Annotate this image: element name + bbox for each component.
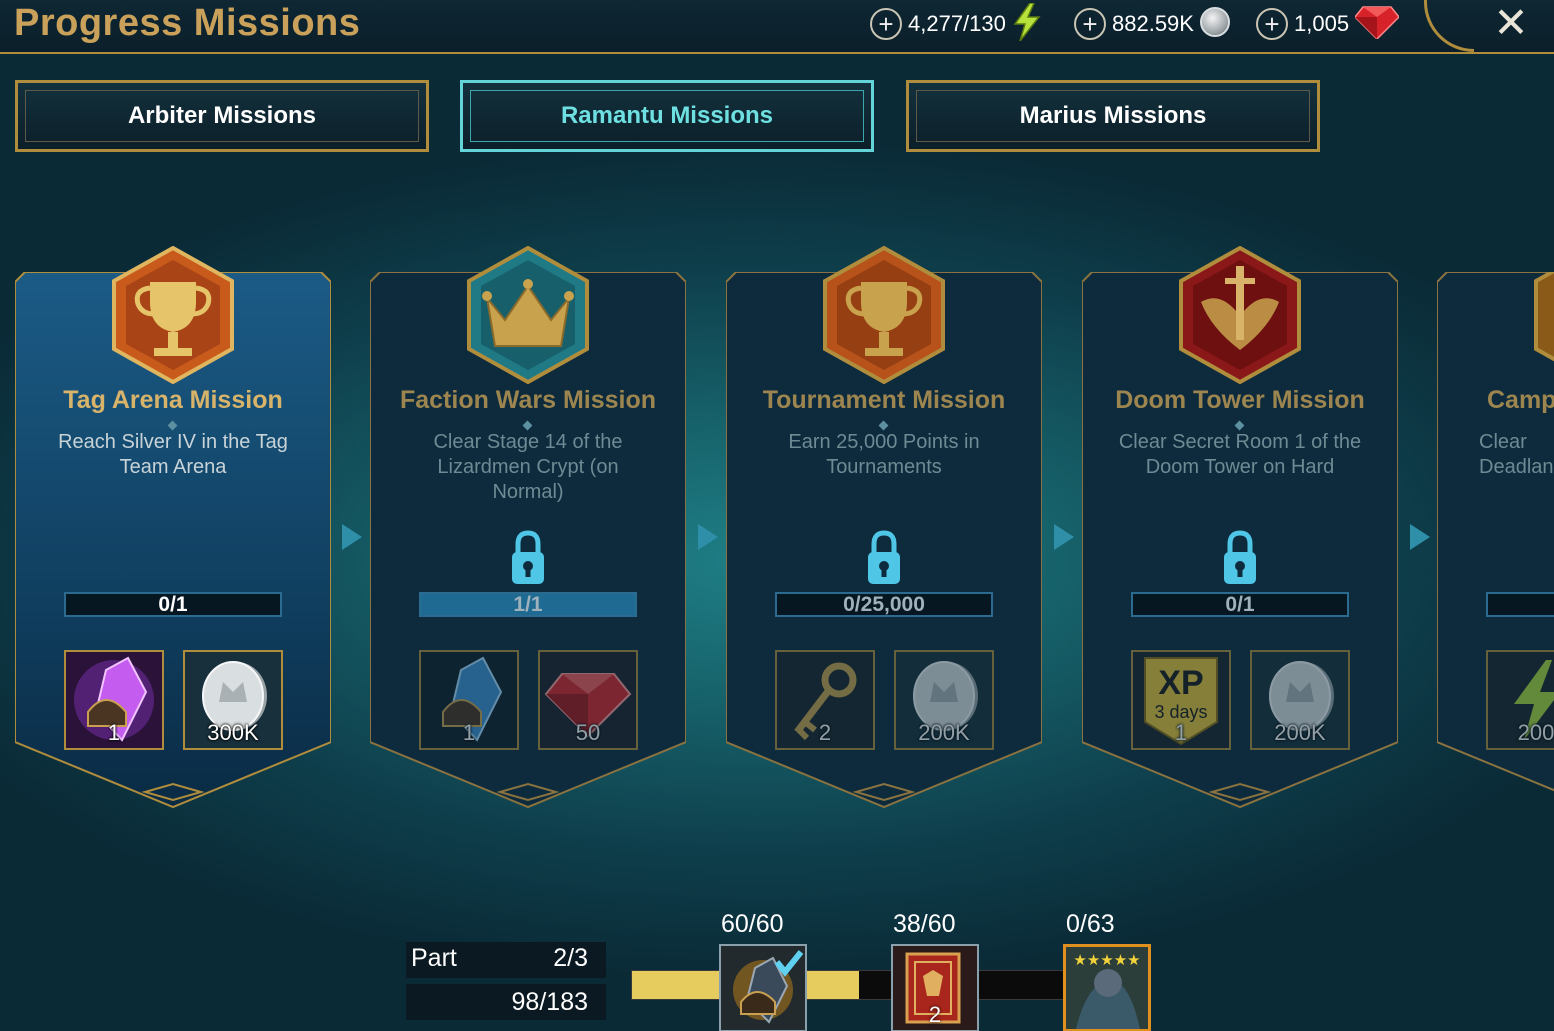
lock-icon	[868, 530, 900, 584]
add-gems-button[interactable]: +	[1256, 8, 1288, 40]
milestone-label: 0/63	[1066, 910, 1115, 938]
energy-resource: + 4,277/130	[870, 1, 1042, 42]
points-counter: 98/183	[406, 984, 606, 1020]
part-indicator: Part 2/3	[406, 942, 606, 978]
xp-badge-text: XP	[1158, 664, 1203, 702]
tab-label: Arbiter Missions	[127, 102, 317, 129]
milestone-reward-2[interactable]: 2	[891, 944, 979, 1031]
crown-icon	[467, 246, 589, 384]
next-arrow-icon	[1410, 524, 1430, 550]
reward-gems[interactable]: 50	[538, 650, 638, 750]
progress-text: 0/25,000	[843, 593, 925, 616]
milestone-label: 38/60	[893, 910, 956, 938]
next-arrow-icon	[698, 524, 718, 550]
header-ornament	[1424, 0, 1474, 52]
tab-marius-missions[interactable]: Marius Missions	[906, 80, 1320, 152]
reward-value: 200K	[918, 720, 970, 745]
milestone-track	[631, 970, 1065, 1000]
reward-value: 2	[928, 1002, 942, 1027]
trophy-icon	[112, 246, 234, 384]
reward-value: 1	[462, 720, 476, 745]
mission-card-tag-arena[interactable]: Tag Arena Mission Reach Silver IV in the…	[15, 246, 331, 812]
lock-icon	[1224, 530, 1256, 584]
lightning-icon	[1012, 1, 1042, 46]
trophy-icon	[823, 246, 945, 384]
mission-progress-bar: 1/1	[419, 592, 637, 617]
mission-progress-bar: 0/1	[64, 592, 282, 617]
silver-coin-icon	[1199, 6, 1230, 42]
close-icon[interactable]: ✕	[1488, 0, 1534, 46]
mission-description: Clear Stage 14 of the Lizardmen Crypt (o…	[433, 431, 623, 503]
mission-description: Clear Secret Room 1 of the Doom Tower on…	[1118, 431, 1362, 478]
lock-icon	[512, 530, 544, 584]
tab-ramantu-missions[interactable]: Ramantu Missions	[460, 80, 874, 152]
reward-purple-shard[interactable]: 1	[64, 650, 164, 750]
part-value: 2/3	[553, 944, 588, 972]
reward-value: 200K	[1274, 720, 1326, 745]
add-energy-button[interactable]: +	[870, 8, 902, 40]
silver-value: 882.59K	[1112, 11, 1194, 36]
next-arrow-icon	[342, 524, 362, 550]
doom-tower-icon	[1179, 246, 1301, 384]
milestone-reward-3[interactable]: ★★★★★	[1063, 944, 1151, 1031]
champion-portrait-icon: ★★★★★	[1066, 947, 1148, 1029]
mission-description: Clear Deadlan	[1479, 431, 1554, 478]
reward-xp-boost[interactable]: XP 3 days 1	[1131, 650, 1231, 750]
reward-value: 2	[818, 720, 832, 745]
mission-title: Camp	[1487, 386, 1554, 414]
mission-title: Faction Wars Mission	[399, 386, 657, 414]
part-label: Part	[411, 944, 457, 972]
reward-value: 200	[1517, 720, 1554, 745]
progress-text: 0/1	[1225, 593, 1255, 616]
xp-badge-duration: 3 days	[1154, 702, 1207, 722]
progress-text: 0/1	[158, 593, 188, 616]
next-arrow-icon	[1054, 524, 1074, 550]
energy-value: 4,277/130	[908, 11, 1006, 36]
reward-value: 1	[107, 720, 121, 745]
mission-card-doom-tower[interactable]: Doom Tower Mission Clear Secret Room 1 o…	[1082, 246, 1398, 812]
reward-silver[interactable]: 200K	[1250, 650, 1350, 750]
gems-value: 1,005	[1294, 11, 1350, 36]
tab-arbiter-missions[interactable]: Arbiter Missions	[15, 80, 429, 152]
mission-progress-bar	[1486, 592, 1554, 617]
mission-title: Tag Arena Mission	[63, 386, 283, 414]
reward-blue-shard[interactable]: 1	[419, 650, 519, 750]
mission-progress-bar: 0/25,000	[775, 592, 993, 617]
reward-energy[interactable]: 200	[1486, 650, 1554, 750]
page-title: Progress Missions	[14, 2, 361, 44]
add-silver-button[interactable]: +	[1074, 8, 1106, 40]
mission-title: Tournament Mission	[762, 386, 1006, 414]
mission-description: Reach Silver IV in the Tag Team Arena	[58, 431, 288, 478]
mission-description: Earn 25,000 Points in Tournaments	[788, 431, 980, 478]
reward-value: 50	[575, 720, 601, 745]
campaign-icon	[1534, 272, 1554, 362]
silver-resource: + 882.59K	[1074, 6, 1230, 42]
milestone-label: 60/60	[721, 910, 784, 938]
mission-progress-bar: 0/1	[1131, 592, 1349, 617]
tab-label: Ramantu Missions	[560, 102, 774, 129]
mission-title: Doom Tower Mission	[1115, 386, 1365, 414]
mission-card-campaign[interactable]: Camp Clear Deadlan 200	[1437, 272, 1554, 812]
mission-card-faction-wars[interactable]: Faction Wars Mission Clear Stage 14 of t…	[370, 246, 686, 812]
milestone-reward-1[interactable]	[719, 944, 807, 1031]
reward-silver[interactable]: 200K	[894, 650, 994, 750]
mission-card-tournament[interactable]: Tournament Mission Earn 25,000 Points in…	[726, 246, 1042, 812]
star-rating-icon: ★★★★★	[1073, 951, 1140, 969]
gems-resource: + 1,005	[1256, 5, 1401, 44]
reward-keys[interactable]: 2	[775, 650, 875, 750]
top-bar: Progress Missions + 4,277/130 + 882.59K …	[0, 0, 1554, 54]
progress-text: 1/1	[513, 593, 543, 616]
reward-value: 300K	[207, 720, 259, 745]
ruby-icon	[1354, 5, 1401, 44]
reward-silver[interactable]: 300K	[183, 650, 283, 750]
tab-label: Marius Missions	[1019, 102, 1207, 129]
reward-value: 1	[1174, 720, 1188, 745]
shard-checked-icon	[721, 946, 805, 1030]
